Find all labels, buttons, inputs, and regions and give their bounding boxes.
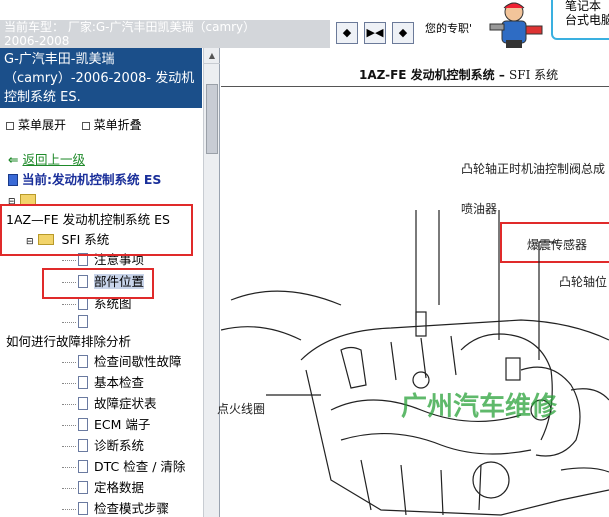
ad-line1: 笔记本: [565, 0, 602, 13]
tree-subitem[interactable]: ECM 端子: [62, 415, 150, 435]
tree-subitem-label: ECM 端子: [94, 417, 151, 432]
vehicle-label: 当前车型： 厂家:G-广汽丰田凯美瑞（camry） 2006-2008: [0, 20, 330, 48]
tree-subitem-label: 故障症状表: [94, 396, 157, 411]
tree-line: [62, 362, 76, 363]
scroll-up-icon[interactable]: ▲: [204, 48, 220, 64]
scrollbar-thumb[interactable]: [206, 84, 218, 154]
tree-line: [62, 488, 76, 489]
tree-line: [62, 404, 76, 405]
document-icon: [78, 502, 88, 515]
tree-item-blank[interactable]: [62, 312, 94, 332]
back-row[interactable]: ⇐ 返回上一级: [8, 150, 85, 170]
highlight-box-engine-system: [0, 204, 193, 256]
nav-next-button[interactable]: ◆: [392, 22, 414, 44]
tree-subitem[interactable]: 检查模式步骤: [62, 499, 169, 517]
tree-line: [62, 446, 76, 447]
tree-subitem[interactable]: DTC 检查 / 清除: [62, 457, 185, 477]
nav-prev-button[interactable]: ◆: [336, 22, 358, 44]
document-icon: [78, 481, 88, 494]
database-icon: [8, 174, 18, 186]
document-icon: [78, 460, 88, 473]
current-row: 当前:发动机控制系统 ES: [8, 170, 161, 190]
tree-line: [62, 322, 76, 323]
tree-line: [62, 260, 76, 261]
document-title-sub: SFI 系统: [509, 68, 559, 82]
tree-subitem-label: 定格数据: [94, 480, 145, 495]
nav-toggle-button[interactable]: ▶◀: [364, 22, 386, 44]
ad-line2: 台式电脑: [565, 13, 609, 27]
tree-subitem[interactable]: 检查间歇性故障: [62, 352, 182, 372]
tree-line: [62, 509, 76, 510]
tree-subitem[interactable]: 故障症状表: [62, 394, 157, 414]
tree-line: [62, 467, 76, 468]
document-icon: [78, 355, 88, 368]
document-icon: [78, 376, 88, 389]
collapse-icon: [81, 121, 90, 130]
back-arrow-icon: ⇐: [8, 152, 19, 167]
menu-collapse-button[interactable]: 菜单折叠: [94, 118, 142, 132]
title-divider: [221, 86, 609, 87]
document-icon: [78, 439, 88, 452]
top-toolbar: 当前车型： 厂家:G-广汽丰田凯美瑞（camry） 2006-2008 ◆ ▶◀…: [0, 0, 609, 48]
document-icon: [78, 315, 88, 328]
vehicle-title: G-广汽丰田-凯美瑞（camry）-2006-2008- 发动机控制系统 ES.: [0, 48, 202, 108]
tree-subitem-label: 诊断系统: [94, 438, 145, 453]
menu-expand-button[interactable]: 菜单展开: [18, 118, 66, 132]
how-to-troubleshoot-item[interactable]: 如何进行故障排除分析: [6, 332, 131, 352]
back-link[interactable]: 返回上一级: [22, 152, 85, 167]
tree-subitem[interactable]: 诊断系统: [62, 436, 144, 456]
document-title-main: 1AZ-FE 发动机控制系统 –: [359, 68, 505, 82]
tree-line: [62, 304, 76, 305]
menu-controls: 菜单展开 菜单折叠: [6, 116, 142, 133]
document-icon: [78, 397, 88, 410]
tree-subitem[interactable]: 基本检查: [62, 373, 144, 393]
search-text: 您的专职': [425, 22, 473, 35]
expand-icon: [6, 121, 14, 130]
vehicle-label-line2: 2006-2008: [4, 34, 70, 48]
tree-subitem-label: DTC 检查 / 清除: [94, 459, 186, 474]
current-location: 当前:发动机控制系统 ES: [21, 172, 162, 187]
document-icon: [78, 418, 88, 431]
highlight-box-parts-location: [42, 268, 154, 299]
tree-line: [62, 425, 76, 426]
tree-subitem-label: 检查间歇性故障: [94, 354, 182, 369]
callout-camshaft-valve: 凸轮轴正时机油控制阀总成: [461, 162, 606, 176]
ad-banner[interactable]: 笔记本 台式电脑: [551, 0, 609, 40]
watermark: 广州汽车维修: [401, 391, 558, 422]
left-scrollbar[interactable]: ▲: [203, 48, 220, 517]
vehicle-label-line1: 当前车型： 厂家:G-广汽丰田凯美瑞（camry）: [4, 20, 256, 34]
document-title: 1AZ-FE 发动机控制系统 – SFI 系统: [359, 66, 558, 83]
mechanic-icon: [489, 2, 543, 48]
tree-subitem-label: 基本检查: [94, 375, 145, 390]
tree-line: [62, 383, 76, 384]
engine-diagram: 广州汽车维修: [221, 210, 609, 516]
tree-subitem[interactable]: 定格数据: [62, 478, 144, 498]
left-navigation-panel: G-广汽丰田-凯美瑞（camry）-2006-2008- 发动机控制系统 ES.…: [0, 48, 220, 517]
tree-subitem-label: 检查模式步骤: [94, 501, 170, 516]
